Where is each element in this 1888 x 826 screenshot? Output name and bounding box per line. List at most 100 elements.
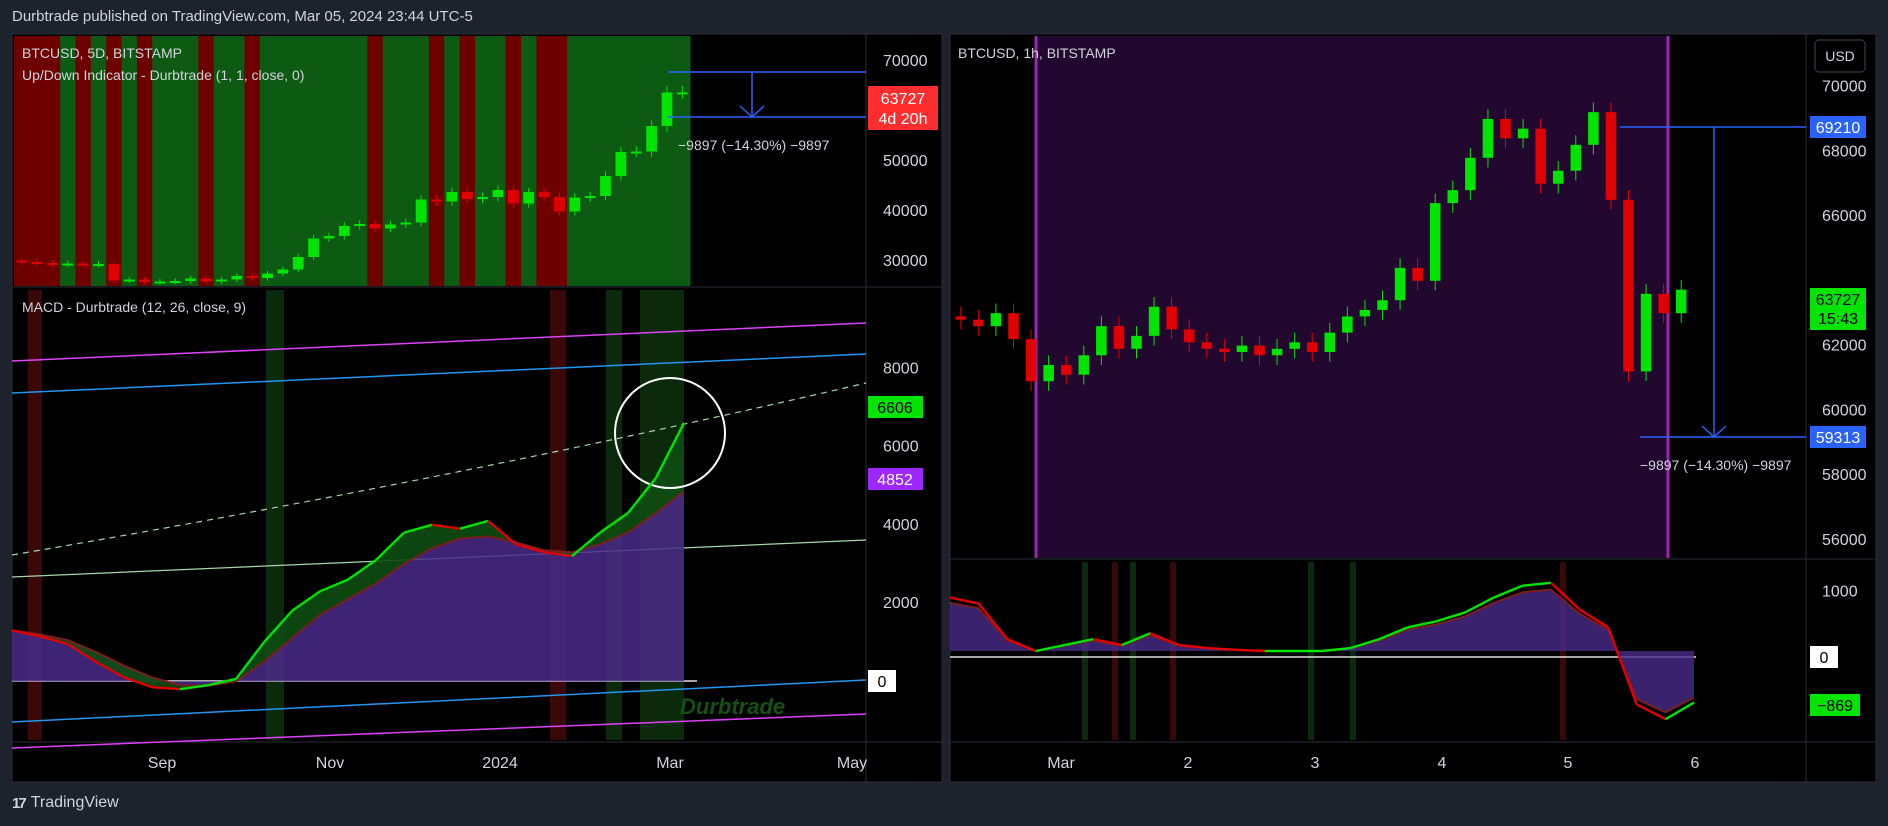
updown-bar-37 <box>582 36 599 286</box>
candle-1 <box>31 262 43 264</box>
hourly-candle-8 <box>1096 326 1107 356</box>
macd-tick-6000: 6000 <box>883 439 919 456</box>
right-time-tick-6: 6 <box>1691 755 1700 772</box>
macd-tick-8000: 8000 <box>883 360 919 377</box>
left-symbol-label: BTCUSD, 5D, BITSTAMP <box>22 45 182 61</box>
candle-39 <box>615 152 627 176</box>
hourly-candle-11 <box>1148 306 1160 336</box>
left-price-tick-40000: 40000 <box>883 203 928 220</box>
hourly-candle-3 <box>1008 313 1019 340</box>
candle-15 <box>246 276 258 278</box>
right-price-tick-68000: 68000 <box>1822 143 1867 160</box>
updown-bar-20 <box>321 36 338 286</box>
right-time-tick-5: 5 <box>1564 755 1573 772</box>
hourly-candle-12 <box>1166 306 1177 330</box>
updown-bar-26 <box>413 36 430 286</box>
right-macd-text: −869 <box>1817 698 1853 715</box>
hourly-candle-40 <box>1658 293 1669 314</box>
updown-bar-40 <box>628 36 645 286</box>
candle-36 <box>569 197 581 212</box>
hourly-candle-21 <box>1324 332 1336 353</box>
updown-bar-24 <box>382 36 399 286</box>
candle-9 <box>154 281 166 284</box>
hourly-candle-13 <box>1183 329 1195 343</box>
candle-0 <box>16 260 28 263</box>
candle-20 <box>323 236 335 239</box>
hourly-candle-0 <box>955 316 967 320</box>
right-macd-segment-10 <box>1236 648 1265 653</box>
hourly-candle-23 <box>1359 309 1371 317</box>
candle-34 <box>538 192 550 197</box>
left-time-tick-May: May <box>837 755 867 772</box>
right-macd-axis[interactable]: 1000 <box>1822 584 1858 601</box>
right-symbol-label: BTCUSD, 1h, BITSTAMP <box>958 45 1116 61</box>
tradingview-logo-icon: 17 <box>12 794 27 812</box>
left-measure-label: −9897 (−14.30%) −9897 <box>678 137 830 153</box>
hourly-candle-34 <box>1552 170 1564 184</box>
hourly-candle-2 <box>990 313 1002 327</box>
right-countdown: 15:43 <box>1818 311 1858 328</box>
footer-brand: TradingView <box>30 794 119 811</box>
updown-bar-30 <box>474 36 491 286</box>
hourly-candle-14 <box>1201 342 1213 349</box>
hourly-candle-33 <box>1535 128 1546 184</box>
candle-27 <box>431 199 442 202</box>
candle-31 <box>492 190 504 197</box>
candle-38 <box>600 176 611 196</box>
candle-6 <box>108 264 120 281</box>
candle-16 <box>262 273 273 278</box>
updown-bar-31 <box>490 36 507 286</box>
right-time-tick-3: 3 <box>1311 755 1320 772</box>
hourly-candle-38 <box>1623 199 1634 372</box>
updown-bar-23 <box>367 36 384 286</box>
low-price-text: 59313 <box>1816 430 1861 447</box>
hourly-candle-10 <box>1131 335 1142 349</box>
macd-value-text: 6606 <box>877 400 913 417</box>
hourly-candle-27 <box>1429 203 1441 281</box>
candle-4 <box>77 263 89 266</box>
right-session-highlight <box>1035 36 1669 558</box>
footer: 17 TradingView <box>12 794 119 812</box>
updown-bar-21 <box>336 36 353 286</box>
candle-40 <box>630 151 642 154</box>
candle-3 <box>62 263 74 266</box>
candle-11 <box>185 278 197 281</box>
hourly-candle-24 <box>1377 300 1388 310</box>
right-price-tick-66000: 66000 <box>1822 208 1867 225</box>
left-price-tick-30000: 30000 <box>883 253 928 270</box>
updown-bar-29 <box>459 36 476 286</box>
right-price-value: 63727 <box>1816 292 1861 309</box>
candle-41 <box>646 126 657 152</box>
hourly-candle-41 <box>1675 289 1687 314</box>
left-price-tick-70000: 70000 <box>883 53 928 70</box>
right-price-tick-58000: 58000 <box>1822 467 1867 484</box>
left-countdown: 4d 20h <box>879 111 928 128</box>
left-time-tick-Nov: Nov <box>316 755 344 772</box>
candle-33 <box>523 192 535 204</box>
updown-bar-35 <box>551 36 568 286</box>
right-measure-label: −9897 (−14.30%) −9897 <box>1640 457 1792 473</box>
candle-43 <box>676 92 688 95</box>
right-price-tick-70000: 70000 <box>1822 79 1867 96</box>
hourly-candle-28 <box>1447 190 1459 204</box>
hourly-candle-1 <box>973 319 984 327</box>
candle-19 <box>308 238 319 257</box>
hourly-candle-6 <box>1060 364 1072 375</box>
left-zero-text: 0 <box>878 674 887 691</box>
left-price-tick-50000: 50000 <box>883 153 928 170</box>
candle-8 <box>139 279 150 282</box>
candle-42 <box>661 92 673 126</box>
hourly-candle-7 <box>1078 355 1090 375</box>
hourly-candle-18 <box>1271 348 1283 356</box>
candle-24 <box>385 224 396 229</box>
chart-canvas[interactable]: −9897 (−14.30%) −9897 BTCUSD, 5D, BITSTA… <box>0 0 1888 826</box>
candle-12 <box>200 278 212 282</box>
currency-label: USD <box>1825 48 1855 64</box>
candle-26 <box>415 199 427 223</box>
hourly-candle-26 <box>1412 267 1423 281</box>
candle-21 <box>338 226 350 236</box>
updown-bar-38 <box>597 36 614 286</box>
candle-35 <box>554 197 565 212</box>
candle-5 <box>93 264 104 266</box>
hourly-candle-25 <box>1394 267 1406 301</box>
